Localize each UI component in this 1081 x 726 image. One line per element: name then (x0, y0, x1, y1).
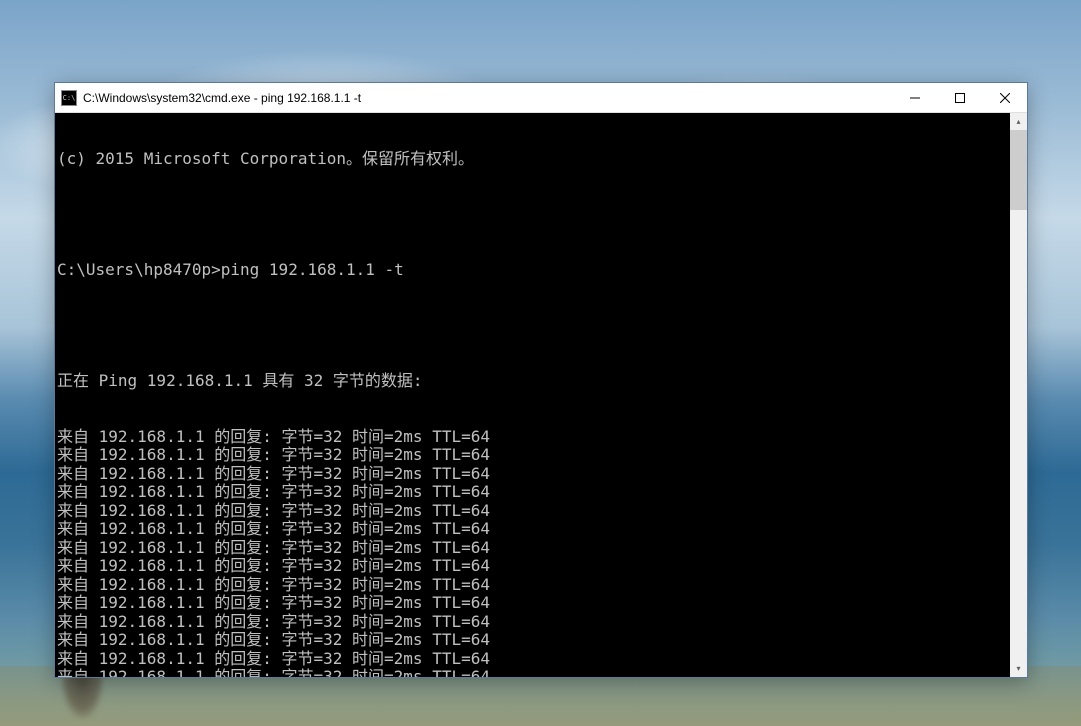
scrollbar-thumb[interactable] (1010, 130, 1027, 210)
maximize-button[interactable] (937, 83, 982, 112)
terminal-output[interactable]: (c) 2015 Microsoft Corporation。保留所有权利。 C… (55, 113, 1010, 677)
ping-reply-line: 来自 192.168.1.1 的回复: 字节=32 时间=2ms TTL=64 (57, 576, 1008, 595)
window-controls (892, 83, 1027, 112)
titlebar[interactable]: C:\ C:\Windows\system32\cmd.exe - ping 1… (55, 83, 1027, 113)
window-title: C:\Windows\system32\cmd.exe - ping 192.1… (83, 91, 892, 105)
ping-reply-line: 来自 192.168.1.1 的回复: 字节=32 时间=2ms TTL=64 (57, 483, 1008, 502)
cmd-icon: C:\ (61, 90, 77, 106)
scrollbar-up-arrow[interactable]: ▴ (1010, 113, 1027, 130)
ping-reply-line: 来自 192.168.1.1 的回复: 字节=32 时间=2ms TTL=64 (57, 668, 1008, 677)
ping-reply-line: 来自 192.168.1.1 的回复: 字节=32 时间=2ms TTL=64 (57, 594, 1008, 613)
ping-reply-line: 来自 192.168.1.1 的回复: 字节=32 时间=2ms TTL=64 (57, 520, 1008, 539)
ping-reply-line: 来自 192.168.1.1 的回复: 字节=32 时间=2ms TTL=64 (57, 446, 1008, 465)
ping-header-line: 正在 Ping 192.168.1.1 具有 32 字节的数据: (57, 372, 1008, 391)
prompt-line: C:\Users\hp8470p>ping 192.168.1.1 -t (57, 261, 1008, 280)
scrollbar-track[interactable] (1010, 130, 1027, 660)
copyright-line: (c) 2015 Microsoft Corporation。保留所有权利。 (57, 150, 1008, 169)
ping-reply-line: 来自 192.168.1.1 的回复: 字节=32 时间=2ms TTL=64 (57, 631, 1008, 650)
ping-reply-line: 来自 192.168.1.1 的回复: 字节=32 时间=2ms TTL=64 (57, 650, 1008, 669)
scrollbar-down-arrow[interactable]: ▾ (1010, 660, 1027, 677)
cmd-window: C:\ C:\Windows\system32\cmd.exe - ping 1… (54, 82, 1028, 678)
ping-reply-line: 来自 192.168.1.1 的回复: 字节=32 时间=2ms TTL=64 (57, 428, 1008, 447)
ping-reply-line: 来自 192.168.1.1 的回复: 字节=32 时间=2ms TTL=64 (57, 539, 1008, 558)
close-button[interactable] (982, 83, 1027, 112)
blank-line (57, 317, 1008, 336)
ping-reply-line: 来自 192.168.1.1 的回复: 字节=32 时间=2ms TTL=64 (57, 613, 1008, 632)
ping-reply-line: 来自 192.168.1.1 的回复: 字节=32 时间=2ms TTL=64 (57, 502, 1008, 521)
minimize-button[interactable] (892, 83, 937, 112)
terminal-area: (c) 2015 Microsoft Corporation。保留所有权利。 C… (55, 113, 1027, 677)
ping-reply-line: 来自 192.168.1.1 的回复: 字节=32 时间=2ms TTL=64 (57, 557, 1008, 576)
ping-reply-line: 来自 192.168.1.1 的回复: 字节=32 时间=2ms TTL=64 (57, 465, 1008, 484)
ping-replies: 来自 192.168.1.1 的回复: 字节=32 时间=2ms TTL=64来… (57, 428, 1008, 678)
scrollbar[interactable]: ▴ ▾ (1010, 113, 1027, 677)
blank-line (57, 206, 1008, 225)
